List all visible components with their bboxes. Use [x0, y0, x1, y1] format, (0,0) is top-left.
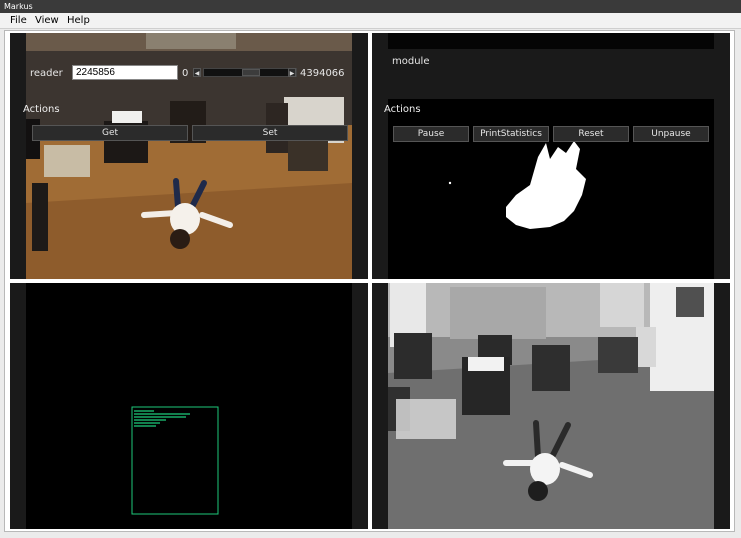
- module-actions-label: Actions: [384, 104, 421, 115]
- get-button[interactable]: Get: [32, 125, 188, 141]
- window-title: Markus: [4, 2, 33, 11]
- reader-frame-slider[interactable]: [203, 68, 297, 77]
- camera-pane: [372, 283, 730, 529]
- menu-file[interactable]: File: [10, 14, 27, 28]
- main-frame: reader 0 ◀ ▶ 4394066 Actions Get Set mod…: [4, 30, 735, 532]
- unpause-button[interactable]: Unpause: [633, 126, 709, 142]
- reader-slider-thumb[interactable]: [242, 69, 260, 76]
- module-label: module: [392, 56, 430, 67]
- module-pane: module Actions Pause PrintStatistics Res…: [372, 33, 730, 279]
- reader-label: reader: [30, 68, 63, 79]
- reader-actions-label: Actions: [23, 104, 60, 115]
- module-header-view: [388, 33, 714, 49]
- window-title-bar: Markus: [0, 0, 741, 13]
- slider-max-label: 4394066: [300, 68, 345, 79]
- arrow-left-icon[interactable]: ◀: [193, 68, 201, 77]
- set-button[interactable]: Set: [192, 125, 348, 141]
- reset-button[interactable]: Reset: [553, 126, 629, 142]
- reader-value-input[interactable]: [72, 65, 178, 80]
- print-statistics-button[interactable]: PrintStatistics: [473, 126, 549, 142]
- grayscale-camera-view: [388, 283, 714, 529]
- pause-button[interactable]: Pause: [393, 126, 469, 142]
- menu-bar: File View Help: [0, 13, 741, 29]
- detection-overlay-view: [26, 283, 352, 529]
- menu-help[interactable]: Help: [67, 14, 90, 28]
- arrow-right-icon[interactable]: ▶: [288, 68, 296, 77]
- slider-min-label: 0: [182, 68, 189, 79]
- menu-view[interactable]: View: [35, 14, 59, 28]
- detection-pane: [10, 283, 368, 529]
- reader-pane: reader 0 ◀ ▶ 4394066 Actions Get Set: [10, 33, 368, 279]
